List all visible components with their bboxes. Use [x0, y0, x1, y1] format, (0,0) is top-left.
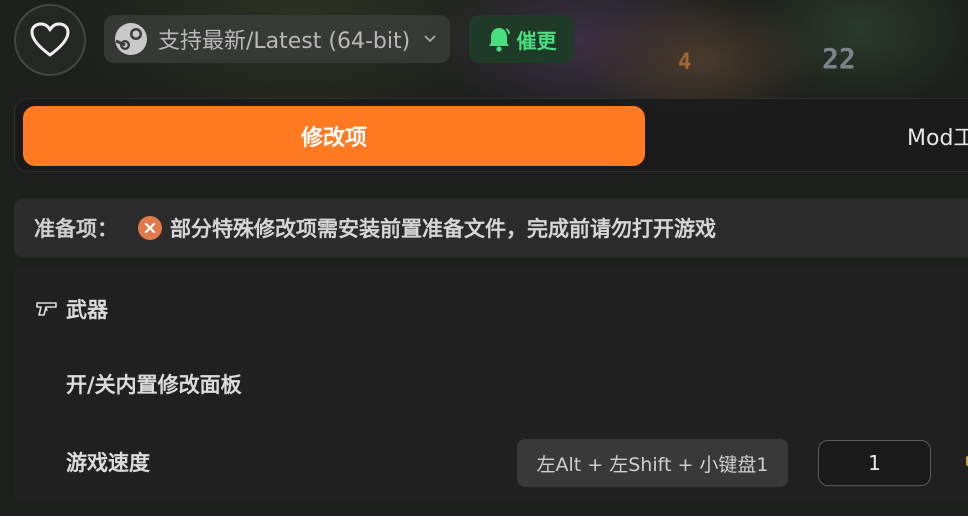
modifier-panel: 武器 开/关内置修改面板 游戏速度 左Alt + 左Shift + 小键盘1: [14, 266, 968, 502]
tab-modifiers[interactable]: 修改项: [23, 106, 645, 166]
prep-message: 部分特殊修改项需安装前置准备文件，完成前请勿打开游戏: [170, 217, 716, 241]
favorite-button[interactable]: [14, 4, 86, 76]
remind-label: 催更: [516, 28, 557, 53]
remind-update-button[interactable]: 催更: [469, 15, 574, 63]
bg-glyph-22: 22: [822, 42, 856, 75]
close-circle-icon: [138, 216, 162, 240]
section-header: 武器: [36, 294, 108, 324]
hotkey-button[interactable]: 左Alt + 左Shift + 小键盘1: [517, 439, 788, 487]
chevron-down-icon: [424, 35, 436, 43]
gun-icon: [36, 302, 57, 316]
tab-mod-tools[interactable]: Mod工: [907, 106, 968, 166]
heart-icon: [30, 22, 70, 57]
bg-glyph-4: 4: [678, 50, 692, 75]
steam-icon: [115, 23, 147, 55]
game-speed-input[interactable]: [818, 440, 931, 486]
prep-label: 准备项：: [34, 217, 118, 241]
platform-selector[interactable]: 支持最新/Latest (64-bit): [104, 15, 450, 63]
row-label-game-speed: 游戏速度: [66, 451, 150, 475]
platform-label: 支持最新/Latest (64-bit): [158, 29, 411, 54]
row-label-toggle-panel: 开/关内置修改面板: [66, 373, 242, 397]
bell-icon: [488, 28, 510, 52]
section-title: 武器: [66, 298, 108, 322]
tab-bar: 修改项 Mod工: [14, 98, 968, 172]
prep-banner: 准备项： 部分特殊修改项需安装前置准备文件，完成前请勿打开游戏: [14, 198, 968, 258]
